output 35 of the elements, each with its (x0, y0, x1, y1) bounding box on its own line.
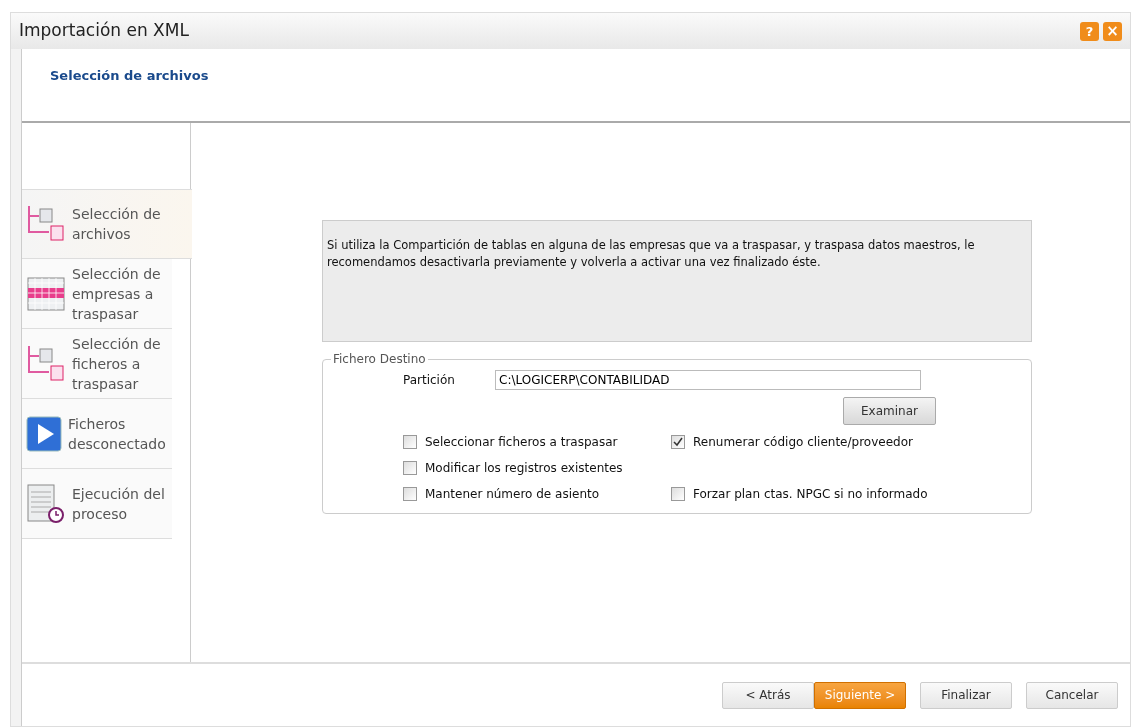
checkbox[interactable] (671, 487, 685, 501)
checkbox-label: Forzar plan ctas. NPGC si no informado (693, 486, 928, 503)
notice-text: Si utiliza la Compartición de tablas en alguna de las empresas que va a traspasar, y traspasa datos maestros, le recomendamos desactivarla previamente y volverla a activar una vez finalizado éste. (327, 237, 976, 271)
window-title: Importación en XML (19, 19, 189, 43)
sidebar-item[interactable]: Selección de empresas a traspasar (22, 259, 172, 329)
wizard-button[interactable]: Finalizar (920, 681, 1012, 709)
tree-icon (26, 343, 66, 384)
checkbox[interactable] (403, 435, 417, 449)
sidebar-item[interactable]: Selección de archivos (22, 189, 192, 259)
sidebar-item-label: Selección de ficheros a traspasar (72, 334, 162, 394)
checkbox-label: Renumerar código cliente/proveedor (693, 434, 913, 451)
checkbox-label: Modificar los registros existentes (425, 460, 623, 477)
wizard-button[interactable]: Cancelar (1026, 681, 1118, 709)
checkbox-label: Seleccionar ficheros a traspasar (425, 434, 618, 451)
wizard-button[interactable]: < Atrás (722, 681, 814, 709)
checkbox[interactable] (403, 461, 417, 475)
sidebar-item[interactable]: Selección de ficheros a traspasar (22, 329, 172, 399)
check-icon (673, 437, 683, 447)
path-field[interactable]: C:\LOGICERP\CONTABILIDAD (495, 370, 921, 390)
sidebar-item[interactable]: Ejecución del proceso (22, 469, 172, 539)
page-heading: Selección de archivos (50, 68, 209, 83)
sidebar-item-label: Selección de empresas a traspasar (72, 264, 162, 324)
field-label: Partición (402, 372, 456, 389)
sidebar-item-label: Ficheros desconectado (68, 414, 167, 454)
group-title: Fichero Destino (332, 351, 427, 368)
checkbox-label: Mantener número de asiento (425, 486, 600, 503)
checkbox[interactable] (671, 435, 685, 449)
browse-button[interactable]: Examinar (843, 397, 936, 425)
checkbox[interactable] (403, 487, 417, 501)
sidebar-item-label: Selección de archivos (72, 205, 162, 244)
sidebar-item[interactable]: Ficheros desconectado (22, 399, 172, 469)
play-icon (26, 415, 62, 452)
tree-icon (26, 204, 66, 244)
sidebar-item-label: Ejecución del proceso (72, 484, 166, 524)
document-clock-icon (26, 482, 66, 525)
